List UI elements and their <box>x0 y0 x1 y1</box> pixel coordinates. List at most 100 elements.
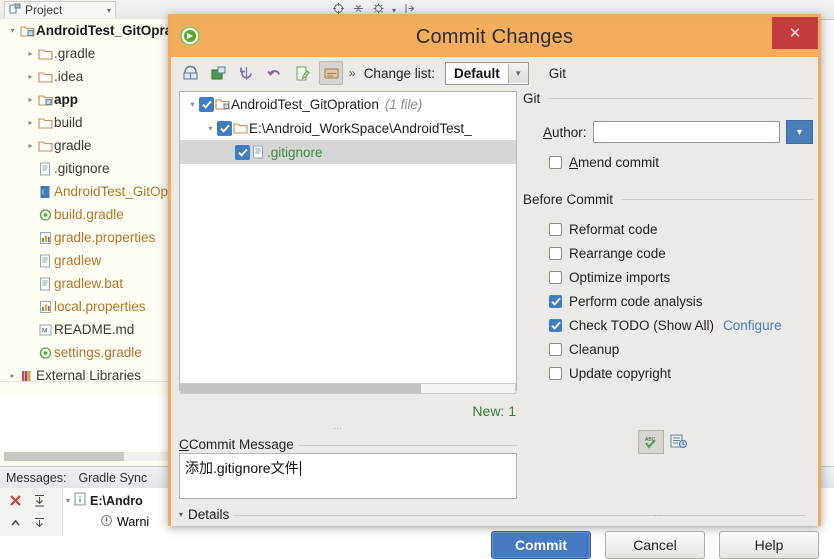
project-tree-row[interactable]: gradlew.bat <box>0 272 176 295</box>
commit-button[interactable]: Commit <box>491 531 591 559</box>
author-input[interactable] <box>593 121 780 143</box>
message-warning-label: Warni <box>117 515 149 529</box>
checkbox-box[interactable] <box>549 343 562 356</box>
before-commit-option[interactable]: Check TODO (Show All)Configure <box>523 313 813 337</box>
group-separator <box>548 98 813 99</box>
file-checkbox[interactable] <box>235 145 250 160</box>
diff-icon[interactable] <box>179 62 201 84</box>
chevron-down-icon[interactable]: ▾ <box>107 6 111 15</box>
changed-file-row[interactable]: ▾E:\Android_WorkSpace\AndroidTest_ <box>180 116 516 140</box>
spellcheck-icon[interactable]: ABC <box>638 430 664 454</box>
changed-file-row[interactable]: .gitignore <box>180 140 516 164</box>
close-icon[interactable] <box>8 493 23 511</box>
message-row-root[interactable]: ▾ E:\Andro <box>66 492 143 509</box>
expand-down-icon[interactable] <box>32 516 47 534</box>
chevron-down-icon[interactable]: ▾ <box>66 496 70 505</box>
properties-file-icon <box>37 231 54 245</box>
project-tree-row[interactable]: ▸ gradle <box>0 134 176 157</box>
edit-source-icon[interactable] <box>291 62 313 84</box>
gradle-file-icon <box>37 208 54 222</box>
checkbox-box[interactable] <box>549 247 562 260</box>
changed-files-scrollbar[interactable] <box>180 383 516 394</box>
project-tree-row[interactable]: ▸.idea <box>0 65 176 88</box>
chevron-toggle-icon[interactable]: ▾ <box>186 100 199 109</box>
before-commit-list: Reformat code Rearrange code Optimize impo… <box>523 217 813 385</box>
revert-icon[interactable] <box>263 62 285 84</box>
chevron-toggle-icon[interactable]: ▸ <box>24 72 37 81</box>
expand-up-icon[interactable] <box>8 516 23 534</box>
text-file-icon <box>37 254 54 268</box>
text-caret <box>300 461 301 476</box>
changelist-combobox[interactable]: Default ▼ <box>445 62 529 85</box>
group-directory-icon[interactable] <box>319 61 343 85</box>
changed-file-label: .gitignore <box>267 145 323 160</box>
text-file-icon <box>37 162 54 176</box>
chevron-toggle-icon[interactable]: ▸ <box>24 141 37 150</box>
message-history-icon[interactable] <box>668 431 688 451</box>
before-commit-option[interactable]: Reformat code <box>523 217 813 241</box>
move-changelist-icon[interactable] <box>207 62 229 84</box>
before-commit-option[interactable]: Update copyright <box>523 361 813 385</box>
chevron-toggle-icon[interactable]: ▸ <box>24 118 37 127</box>
commit-message-input[interactable]: 添加.gitignore文件 <box>179 453 517 499</box>
project-tree-scrollbar[interactable] <box>4 452 172 461</box>
chevron-toggle-icon[interactable]: ▸ <box>24 95 37 104</box>
markdown-file-icon: M <box>37 323 54 337</box>
chevron-toggle-icon[interactable]: ▾ <box>204 124 217 133</box>
changelist-label: Change list: <box>364 66 435 81</box>
message-row-warning[interactable]: Warni <box>100 514 149 530</box>
checkbox-box[interactable] <box>549 367 562 380</box>
file-checkbox[interactable] <box>199 97 214 112</box>
messages-tab-gradle-sync[interactable]: Gradle Sync <box>78 471 147 485</box>
splitter-handle[interactable]: ⋯ <box>333 423 361 429</box>
project-tree-row[interactable]: gradlew <box>0 249 176 272</box>
project-tree-row[interactable]: IAndroidTest_GitOpration.iml <box>0 180 176 203</box>
project-icon <box>9 3 21 18</box>
checkbox-box[interactable] <box>549 319 562 332</box>
project-tree-row[interactable]: local.properties <box>0 295 176 318</box>
chevron-down-icon[interactable]: ▼ <box>786 120 813 144</box>
project-tree-row[interactable]: settings.gradle <box>0 341 176 364</box>
project-tree-row[interactable]: ▸build <box>0 111 176 134</box>
project-tree-row[interactable]: .gitignore <box>0 157 176 180</box>
checkbox-box[interactable] <box>549 295 562 308</box>
chevron-toggle-icon[interactable]: ▾ <box>6 26 19 35</box>
collapse-all-icon[interactable] <box>32 493 47 511</box>
changed-files-tree[interactable]: ▾AndroidTest_GitOpration(1 file)▾E:\Andr… <box>179 91 517 391</box>
details-toggle[interactable]: ▾ Details <box>179 507 229 522</box>
close-icon[interactable]: ✕ <box>772 17 818 49</box>
changelist-folder-icon <box>214 97 231 111</box>
cancel-button[interactable]: Cancel <box>605 531 705 559</box>
before-commit-option-label: Rearrange code <box>569 246 666 261</box>
project-tree-row[interactable]: ▾AndroidTest_GitOpration <box>0 19 176 42</box>
help-button[interactable]: Help <box>719 531 819 559</box>
before-commit-option[interactable]: Optimize imports <box>523 265 813 289</box>
project-tree-row-label: gradle <box>54 138 92 153</box>
project-tree-row[interactable]: ▸.gradle <box>0 42 176 65</box>
details-grip[interactable]: ⋯ <box>654 510 664 521</box>
project-tree-row[interactable]: build.gradle <box>0 203 176 226</box>
toolbar-overflow-icon[interactable]: » <box>349 66 356 80</box>
chevron-toggle-icon[interactable]: ▸ <box>24 49 37 58</box>
chevron-down-icon[interactable]: ▼ <box>508 64 528 83</box>
project-tree-row[interactable]: ▸app <box>0 88 176 111</box>
svg-text:I: I <box>42 189 44 196</box>
project-tree-row[interactable]: ▸External Libraries <box>0 364 176 387</box>
changed-file-row[interactable]: ▾AndroidTest_GitOpration(1 file) <box>180 92 516 116</box>
configure-link[interactable]: Configure <box>723 318 782 333</box>
tree-divider <box>0 381 176 382</box>
chevron-down-icon[interactable]: ▾ <box>179 510 183 519</box>
checkbox-box[interactable] <box>549 271 562 284</box>
project-tree-row[interactable]: gradle.properties <box>0 226 176 249</box>
project-tool-window-tab[interactable]: Project ▾ <box>4 1 116 18</box>
chevron-toggle-icon[interactable]: ▸ <box>6 371 19 380</box>
project-tree-row[interactable]: MREADME.md <box>0 318 176 341</box>
amend-commit-checkbox[interactable]: Amend commit <box>523 150 813 174</box>
before-commit-option[interactable]: Cleanup <box>523 337 813 361</box>
before-commit-option[interactable]: Rearrange code <box>523 241 813 265</box>
details-rule <box>233 515 806 516</box>
checkbox-box[interactable] <box>549 223 562 236</box>
file-checkbox[interactable] <box>217 121 232 136</box>
before-commit-option[interactable]: Perform code analysis <box>523 289 813 313</box>
refresh-icon[interactable] <box>235 62 257 84</box>
